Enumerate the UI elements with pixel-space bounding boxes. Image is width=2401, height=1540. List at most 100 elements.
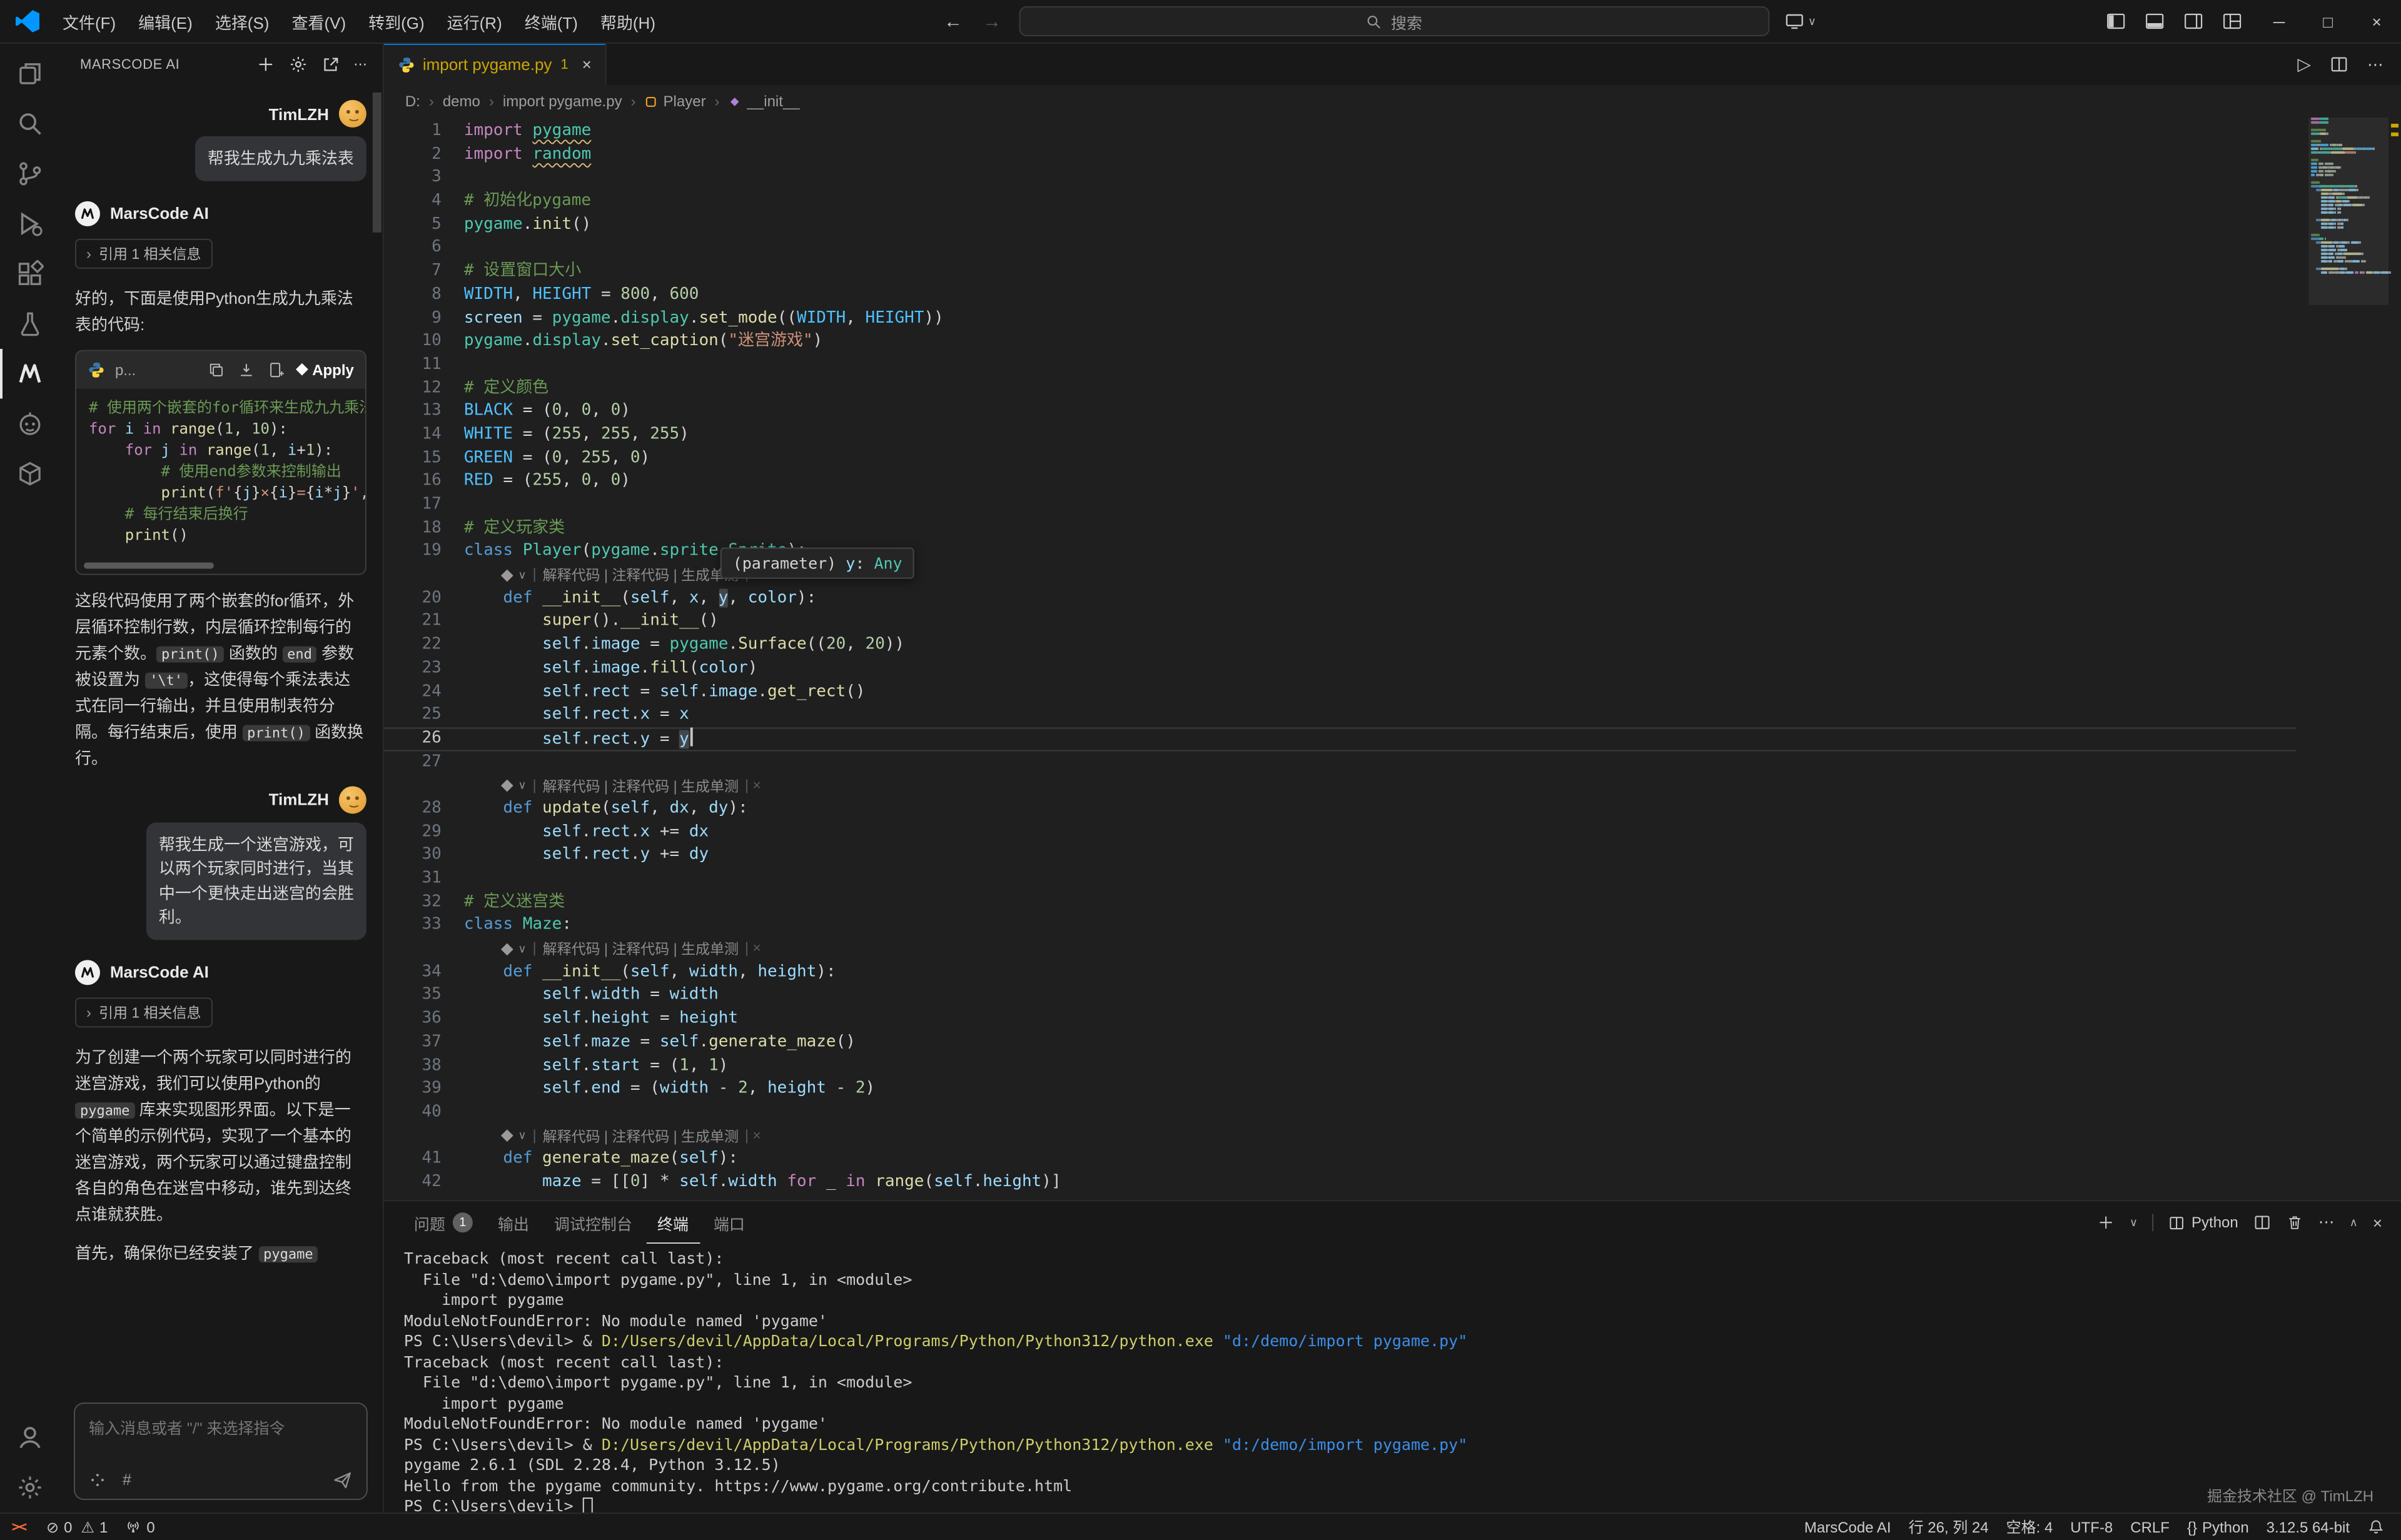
code-line[interactable]: 10pygame.display.set_caption("迷宫游戏") [384, 330, 2296, 353]
terminal-instance[interactable]: Python [2169, 1214, 2238, 1231]
code-line[interactable]: 41 def generate_maze(self): [384, 1148, 2296, 1171]
code-line[interactable]: 19class Player(pygame.sprite.Sprite): [384, 540, 2296, 563]
code-line[interactable]: 42 maze = [[0] * self.width for _ in ran… [384, 1171, 2296, 1194]
kill-terminal-icon[interactable] [2286, 1214, 2303, 1231]
tab-output[interactable]: 输出 [487, 1201, 540, 1244]
profile-dropdown[interactable]: ∨ [1784, 11, 1816, 31]
breadcrumb-method[interactable]: __init__ [729, 93, 800, 110]
menu-file[interactable]: 文件(F) [51, 6, 127, 37]
close-panel-icon[interactable]: × [2373, 1213, 2382, 1232]
chat-settings-gear-icon[interactable] [288, 55, 307, 74]
new-chat-icon[interactable] [256, 55, 275, 74]
menu-edit[interactable]: 编辑(E) [127, 6, 204, 37]
code-line[interactable]: 6 [384, 237, 2296, 260]
notifications-bell-icon[interactable] [2358, 1514, 2393, 1540]
codelens-row[interactable]: ∨|解释代码 | 注释代码 | 生成单测 | × [384, 564, 2296, 587]
context-hash-icon[interactable]: # [123, 1471, 131, 1489]
run-python-file-icon[interactable]: ▷ [2298, 54, 2312, 75]
eol-sequence[interactable]: CRLF [2121, 1514, 2178, 1540]
code-line[interactable]: 18# 定义玩家类 [384, 517, 2296, 540]
code-editor[interactable]: 1import pygame2import random34# 初始化pygam… [384, 118, 2401, 1200]
chat-code-lines[interactable]: # 使用两个嵌套的for循环来生成九九乘法表for i in range(1, … [76, 388, 365, 573]
breadcrumb-drive[interactable]: D: [405, 93, 420, 110]
code-line[interactable]: 28 def update(self, dx, dy): [384, 797, 2296, 820]
marscode-status[interactable]: MarsCode AI [1796, 1514, 1900, 1540]
menu-go[interactable]: 转到(G) [357, 6, 436, 37]
tab-terminal[interactable]: 终端 [646, 1201, 700, 1244]
new-file-icon[interactable] [267, 361, 285, 378]
menu-run[interactable]: 运行(R) [436, 6, 513, 37]
encoding[interactable]: UTF-8 [2061, 1514, 2121, 1540]
breadcrumb-folder[interactable]: demo [443, 93, 480, 110]
source-control-icon[interactable] [0, 149, 59, 199]
menu-view[interactable]: 查看(V) [280, 6, 357, 37]
skills-icon[interactable] [89, 1471, 106, 1489]
ports-status[interactable]: 0 [116, 1514, 163, 1540]
search-command-center[interactable]: 搜索 [1019, 6, 1769, 36]
code-line[interactable]: 30 self.rect.y += dy [384, 844, 2296, 867]
code-line[interactable]: 24 self.rect = self.image.get_rect() [384, 681, 2296, 704]
open-in-editor-icon[interactable] [321, 55, 340, 74]
tab-debug-console[interactable]: 调试控制台 [543, 1201, 644, 1244]
python-interpreter[interactable]: 3.12.5 64-bit [2258, 1514, 2358, 1540]
toggle-panel-icon[interactable] [2145, 11, 2165, 31]
code-line[interactable]: 34 def __init__(self, width, height): [384, 961, 2296, 984]
code-line[interactable]: 12# 定义颜色 [384, 377, 2296, 400]
code-line[interactable]: 9screen = pygame.display.set_mode((WIDTH… [384, 307, 2296, 330]
codelens-row[interactable]: ∨|解释代码 | 注释代码 | 生成单测 | × [384, 1124, 2296, 1147]
code-line[interactable]: 21 super().__init__() [384, 610, 2296, 633]
code-line[interactable]: 33class Maze: [384, 914, 2296, 937]
remote-indicator[interactable] [0, 1514, 38, 1540]
code-line[interactable]: 13BLACK = (0, 0, 0) [384, 400, 2296, 423]
code-line[interactable]: 17 [384, 494, 2296, 517]
insert-code-icon[interactable] [237, 361, 255, 378]
window-minimize-button[interactable]: ─ [2255, 0, 2303, 43]
remote-cube-icon[interactable] [0, 449, 59, 499]
code-line[interactable]: 27 [384, 751, 2296, 774]
more-actions-icon[interactable]: ⋯ [353, 56, 368, 73]
explorer-icon[interactable] [0, 49, 59, 99]
code-horizontal-scrollbar[interactable] [84, 562, 214, 568]
code-line[interactable]: 23 self.image.fill(color) [384, 657, 2296, 680]
maximize-panel-icon[interactable]: ∧ [2350, 1215, 2358, 1229]
tab-import-pygame[interactable]: import pygame.py 1 × [384, 44, 607, 85]
code-line[interactable]: 11 [384, 354, 2296, 377]
code-line[interactable]: 2import random [384, 143, 2296, 166]
code-line[interactable]: 31 [384, 867, 2296, 890]
tab-problems[interactable]: 问题 1 [403, 1201, 484, 1244]
copy-code-icon[interactable] [207, 361, 225, 378]
code-line[interactable]: 35 self.width = width [384, 984, 2296, 1007]
code-line[interactable]: 39 self.end = (width - 2, height - 2) [384, 1078, 2296, 1101]
nav-back-icon[interactable]: ← [944, 11, 963, 32]
customize-layout-icon[interactable] [2222, 11, 2242, 31]
code-line[interactable]: 4# 初始化pygame [384, 190, 2296, 213]
code-line[interactable]: 26 self.rect.y = y [384, 727, 2296, 750]
extensions-icon[interactable] [0, 249, 59, 299]
menu-selection[interactable]: 选择(S) [204, 6, 281, 37]
code-line[interactable]: 3 [384, 167, 2296, 190]
tab-ports[interactable]: 端口 [702, 1201, 756, 1244]
send-message-icon[interactable] [333, 1470, 353, 1490]
account-icon[interactable] [0, 1412, 59, 1462]
toggle-primary-sidebar-icon[interactable] [2106, 11, 2126, 31]
indentation[interactable]: 空格: 4 [1998, 1514, 2062, 1540]
sidebar-scrollbar[interactable] [373, 93, 382, 233]
reference-toggle[interactable]: › 引用 1 相关信息 [75, 997, 213, 1027]
editor-more-actions-icon[interactable]: ⋯ [2367, 54, 2383, 74]
search-sidebar-icon[interactable] [0, 99, 59, 149]
menu-help[interactable]: 帮助(H) [589, 6, 667, 37]
code-line[interactable]: 22 self.image = pygame.Surface((20, 20)) [384, 634, 2296, 657]
chat-input[interactable]: 输入消息或者 "/" 来选择指令 # [74, 1402, 368, 1500]
code-line[interactable]: 5pygame.init() [384, 213, 2296, 236]
code-line[interactable]: 20 def __init__(self, x, y, color): [384, 587, 2296, 610]
code-line[interactable]: 14WHITE = (255, 255, 255) [384, 424, 2296, 447]
menu-terminal[interactable]: 终端(T) [513, 6, 589, 37]
problems-status[interactable]: ⊘0 ⚠1 [38, 1514, 116, 1540]
run-debug-icon[interactable] [0, 199, 59, 249]
chat-history[interactable]: TimLZH 帮我生成九九乘法表 MarsCode AI › 引用 1 相关信息… [59, 85, 383, 1392]
toggle-secondary-sidebar-icon[interactable] [2183, 11, 2203, 31]
terminal-profile-chevron-icon[interactable]: ∨ [2130, 1215, 2138, 1229]
code-line[interactable]: 40 [384, 1101, 2296, 1124]
code-line[interactable]: 25 self.rect.x = x [384, 704, 2296, 727]
ai-robot-icon[interactable] [0, 399, 59, 449]
